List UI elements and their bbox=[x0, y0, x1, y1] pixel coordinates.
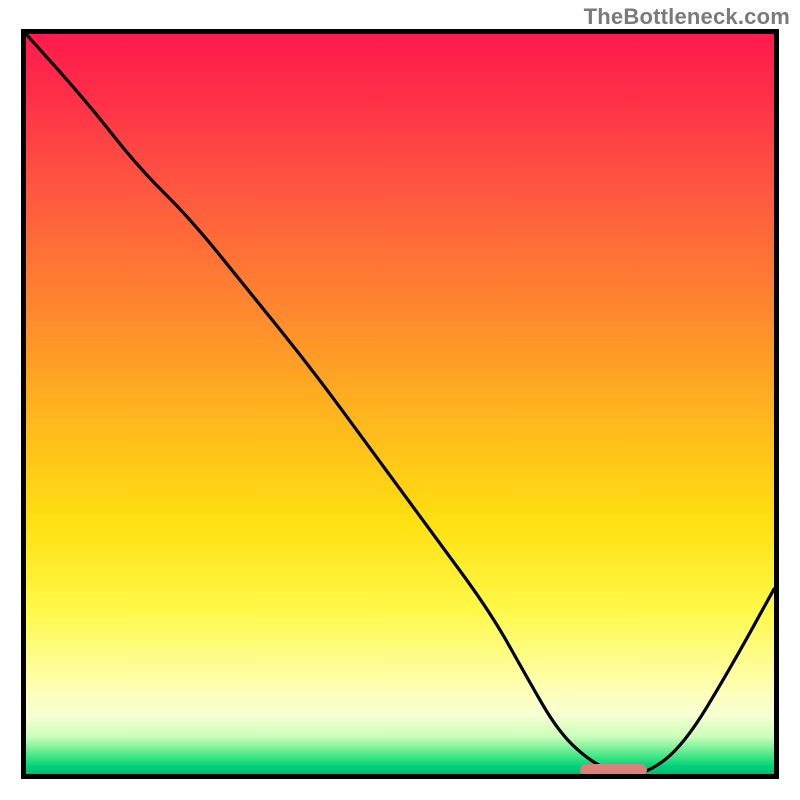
optimal-zone-marker bbox=[580, 764, 647, 774]
background-gradient bbox=[26, 34, 774, 774]
plot-area bbox=[26, 34, 774, 774]
chart-stage: TheBottleneck.com bbox=[0, 0, 800, 800]
watermark-text: TheBottleneck.com bbox=[584, 4, 790, 30]
